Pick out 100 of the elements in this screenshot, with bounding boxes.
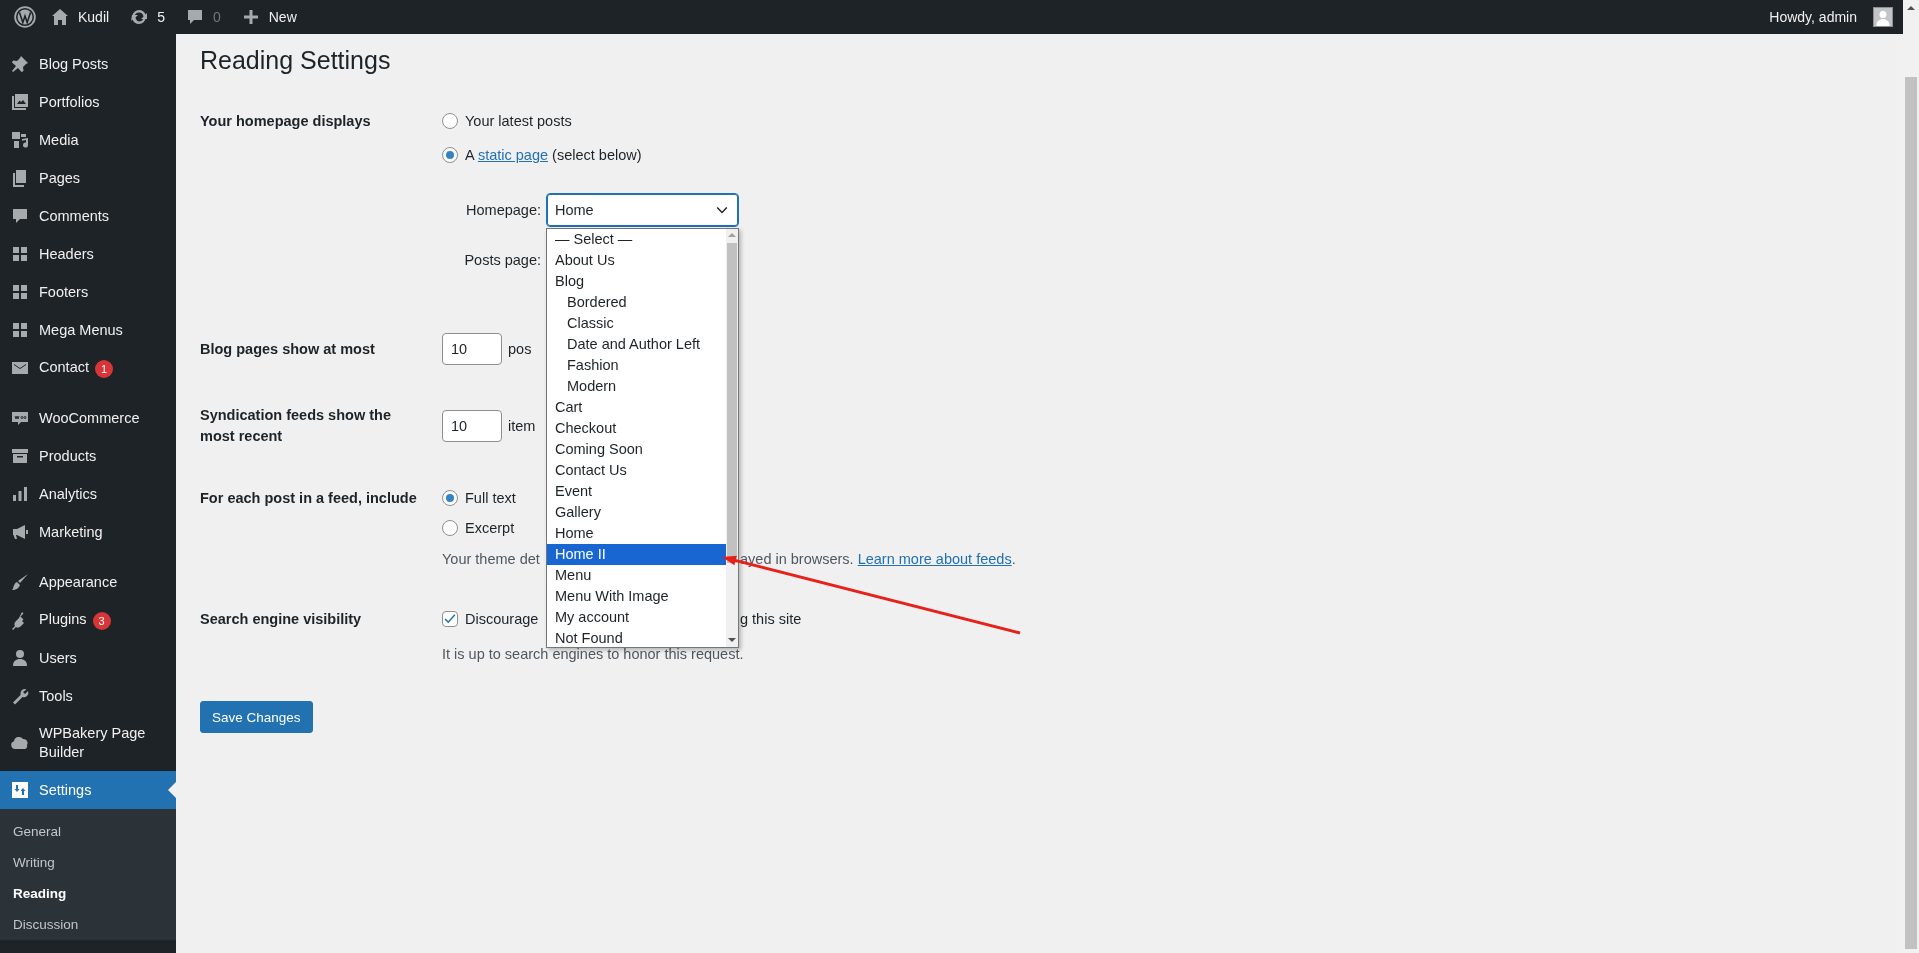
sidebar-label: Settings: [39, 780, 92, 800]
sidebar-item[interactable]: Portfolios: [0, 83, 176, 121]
field-label: Posts page:: [463, 252, 541, 268]
comments-link[interactable]: 0: [184, 7, 221, 27]
updates-link[interactable]: 5: [129, 7, 165, 27]
save-changes-button[interactable]: Save Changes: [200, 701, 313, 733]
dropdown-option[interactable]: Contact Us: [547, 460, 726, 481]
dropdown-option[interactable]: Blog: [547, 271, 726, 292]
homepage-select[interactable]: Home: [546, 193, 739, 227]
submenu-item[interactable]: General: [0, 816, 176, 847]
number-field[interactable]: 10: [442, 333, 502, 365]
sidebar-item[interactable]: WPBakery Page Builder: [0, 715, 176, 771]
archive-box-icon: [10, 446, 30, 466]
submenu-item[interactable]: Discussion: [0, 909, 176, 940]
site-link[interactable]: Kudil: [50, 7, 110, 27]
sidebar-item[interactable]: Marketing: [0, 513, 176, 551]
dropdown-option[interactable]: About Us: [547, 250, 726, 271]
radio-button[interactable]: [442, 113, 458, 129]
dropdown-option[interactable]: Home: [547, 523, 726, 544]
home-icon: [50, 7, 70, 27]
dropdown-option[interactable]: Date and Author Left: [547, 334, 726, 355]
sidebar-label: Users: [39, 648, 77, 668]
new-link[interactable]: New: [240, 7, 297, 27]
option-label: Excerpt: [465, 519, 515, 538]
field-label: For each post in a feed, include: [200, 489, 417, 508]
sidebar-label: Blog Posts: [39, 54, 109, 74]
dropdown-option[interactable]: Checkout: [547, 418, 726, 439]
sidebar-item[interactable]: Mega Menus: [0, 311, 176, 349]
submenu-item[interactable]: Writing: [0, 847, 176, 878]
sidebar-item[interactable]: Footers: [0, 273, 176, 311]
pin-icon: [10, 54, 30, 74]
sidebar-label: Mega Menus: [39, 320, 123, 340]
dropdown-option[interactable]: Bordered: [547, 292, 726, 313]
sidebar-item[interactable]: Contact 1: [0, 349, 176, 387]
dropdown-option[interactable]: My account: [547, 607, 726, 628]
sidebar-item[interactable]: Settings: [0, 771, 176, 809]
scroll-down-icon[interactable]: [728, 637, 736, 643]
page-title: Reading Settings: [200, 45, 391, 76]
radio-button[interactable]: [442, 147, 458, 163]
sidebar-label: WPBakery Page Builder: [39, 724, 147, 762]
dropdown-option[interactable]: Fashion: [547, 355, 726, 376]
static-page-link[interactable]: static page: [477, 147, 549, 163]
sidebar-item[interactable]: Appearance: [0, 563, 176, 601]
help-text: Your theme det: [442, 550, 540, 569]
dropdown-option[interactable]: Menu With Image: [547, 586, 726, 607]
sidebar-item[interactable]: Blog Posts: [0, 45, 176, 83]
dropdown-option[interactable]: Menu: [547, 565, 726, 586]
sidebar-item[interactable]: Analytics: [0, 475, 176, 513]
sidebar-item[interactable]: Users: [0, 639, 176, 677]
scroll-up-icon[interactable]: [1907, 5, 1915, 11]
dropdown-option[interactable]: — Select —: [547, 229, 726, 250]
field-suffix: pos: [508, 341, 532, 357]
sidebar-label: WooCommerce: [39, 408, 140, 428]
sidebar-label: Analytics: [39, 484, 98, 504]
dropdown-option[interactable]: Cart: [547, 397, 726, 418]
count-badge: 3: [92, 611, 111, 630]
option-label: A static page (select below): [465, 146, 642, 165]
sidebar-item[interactable]: Products: [0, 437, 176, 475]
submenu-item[interactable]: Reading: [0, 878, 176, 909]
sidebar-item[interactable]: Media: [0, 121, 176, 159]
sidebar-label: Marketing: [39, 522, 103, 542]
sliders-icon: [10, 780, 30, 800]
dropdown-option[interactable]: Event: [547, 481, 726, 502]
scrollbar[interactable]: [726, 229, 738, 647]
paint-brush-icon: [10, 572, 30, 592]
sidebar-item[interactable]: Plugins 3: [0, 601, 176, 639]
media-icon: [10, 130, 30, 150]
user-icon: [10, 648, 30, 668]
dropdown-option[interactable]: Gallery: [547, 502, 726, 523]
bar-chart-icon: [10, 484, 30, 504]
option-label: Discourage: [465, 610, 539, 629]
dropdown-option[interactable]: Home II: [547, 544, 726, 565]
option-label: Full text: [465, 489, 516, 508]
sidebar-item[interactable]: Headers: [0, 235, 176, 273]
avatar-icon: [1873, 7, 1893, 27]
checkbox[interactable]: [442, 611, 458, 627]
sidebar-label: Headers: [39, 244, 94, 264]
radio-button[interactable]: [442, 520, 458, 536]
number-field[interactable]: 10: [442, 410, 502, 442]
sidebar-item[interactable]: Comments: [0, 197, 176, 235]
refresh-icon: [129, 7, 150, 27]
dropdown-option[interactable]: Modern: [547, 376, 726, 397]
gallery-icon: [10, 92, 30, 112]
sidebar-label: Comments: [39, 206, 110, 226]
count-badge: 1: [95, 359, 113, 378]
dropdown-option[interactable]: Coming Soon: [547, 439, 726, 460]
sidebar-item[interactable]: WooCommerce: [0, 399, 176, 437]
field-label: Syndication feeds show the most recent: [200, 406, 392, 446]
sidebar-label: Pages: [39, 168, 81, 188]
field-label: Search engine visibility: [200, 610, 362, 629]
sidebar-item[interactable]: Tools: [0, 677, 176, 715]
radio-button[interactable]: [442, 490, 458, 506]
wrench-icon: [10, 686, 30, 706]
feeds-link[interactable]: Learn more about feeds: [857, 551, 1012, 567]
sidebar-label: Plugins 3: [39, 610, 111, 630]
field-suffix: item: [508, 418, 536, 434]
sidebar-item[interactable]: Pages: [0, 159, 176, 197]
account-menu[interactable]: Howdy, admin: [1769, 7, 1893, 27]
megaphone-icon: [10, 522, 30, 542]
dropdown-option[interactable]: Classic: [547, 313, 726, 334]
